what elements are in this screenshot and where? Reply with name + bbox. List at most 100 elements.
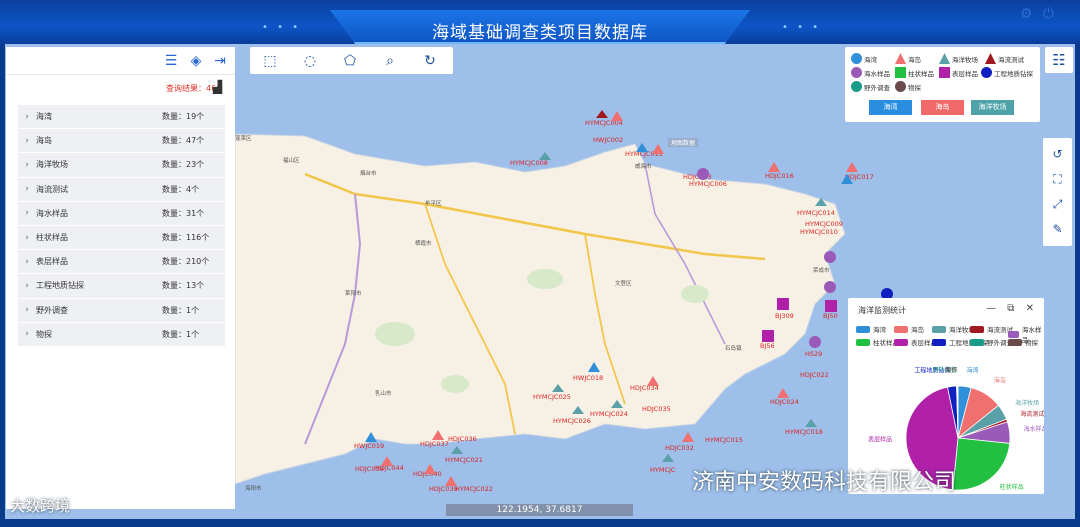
- place-label: 栖霞市: [415, 241, 432, 247]
- map-marker-label[interactable]: HDJC016: [765, 172, 794, 180]
- map-marker-label[interactable]: HDJC024: [770, 398, 799, 406]
- peninsula-land: [234, 133, 846, 485]
- map-marker-label[interactable]: HYMCJC026: [553, 417, 591, 425]
- circle-select-icon[interactable]: ◌: [300, 52, 320, 70]
- legend-item[interactable]: 柱状样品: [895, 67, 934, 78]
- map-marker-label[interactable]: HDJC044: [375, 464, 404, 472]
- map-marker-label[interactable]: HYMCJC010: [800, 228, 838, 236]
- place-label: 福山区: [283, 158, 300, 164]
- map-marker-label[interactable]: HDJC017: [845, 173, 874, 181]
- bar-chart-icon[interactable]: ▟: [213, 80, 222, 94]
- geophysical-icon: [895, 81, 906, 92]
- rectangle-select-icon[interactable]: ⬚: [260, 52, 280, 70]
- reset-icon[interactable]: ↻: [420, 52, 440, 70]
- filter-bay-button[interactable]: 海湾: [869, 100, 912, 115]
- place-label: 烟台市: [360, 171, 377, 177]
- map-toolbar: ⬚ ◌ ⬠ ⌕ ↻: [250, 47, 453, 74]
- map-marker-label[interactable]: HDJC035: [642, 405, 671, 413]
- map-marker-label[interactable]: HYMCJC008: [510, 159, 548, 167]
- map-marker-label[interactable]: HYMCJC018: [785, 428, 823, 436]
- map-marker-label[interactable]: HDJC036: [448, 435, 477, 443]
- map-marker-label[interactable]: BJ56: [760, 342, 775, 350]
- map-marker-label[interactable]: HYMCJC021: [445, 456, 483, 464]
- coordinate-readout: 122.1954, 37.6817: [446, 504, 633, 516]
- legend-item[interactable]: 物探: [895, 81, 921, 92]
- pie-slice[interactable]: [952, 437, 1011, 491]
- pie-slice-label: 海流测试: [1020, 410, 1044, 418]
- legend-item[interactable]: 表层样品: [939, 67, 978, 78]
- category-row[interactable]: › 海湾 数量：19个: [18, 105, 225, 130]
- collapse-panel-icon[interactable]: ⇥: [211, 52, 229, 70]
- map-marker-label[interactable]: HDJC032: [665, 444, 694, 452]
- place-label: 海阳市: [245, 486, 262, 492]
- power-icon[interactable]: ⏻: [1043, 6, 1054, 22]
- legend-item[interactable]: 海洋牧场: [939, 53, 978, 64]
- map-marker-label[interactable]: HYMCJC009: [805, 220, 843, 228]
- chevron-right-icon: ›: [25, 329, 29, 340]
- legend-item[interactable]: 海岛: [895, 53, 921, 64]
- pie-slice-label: 物探: [946, 366, 958, 374]
- island-icon: [895, 53, 906, 64]
- ranch-icon: [939, 53, 950, 64]
- map-marker-label[interactable]: HYMCJC004: [585, 119, 623, 127]
- category-row[interactable]: › 物探 数量：1个: [18, 322, 225, 347]
- map-marker-label[interactable]: HYMCJC011: [625, 150, 663, 158]
- pie-slice-label: 柱状样品: [1000, 483, 1024, 491]
- refresh-icon[interactable]: ↺: [1049, 146, 1066, 163]
- map-marker-label[interactable]: HDJC037: [420, 440, 449, 448]
- legend-item[interactable]: 海水样品: [851, 67, 890, 78]
- map-marker-label[interactable]: HYMCJC: [650, 466, 675, 474]
- map-marker-label[interactable]: HWJC002: [593, 136, 623, 144]
- category-row[interactable]: › 表层样品 数量：210个: [18, 250, 225, 275]
- pie-slice-label: 海洋牧场: [1015, 399, 1039, 407]
- legend-item[interactable]: 海湾: [851, 53, 877, 64]
- category-row[interactable]: › 海流测试 数量：4个: [18, 177, 225, 202]
- layers-icon[interactable]: ◈: [187, 52, 205, 70]
- place-label: 石岛镇: [725, 346, 742, 352]
- right-toolbar: ↺ ⛶ ⤢ ✎: [1043, 138, 1072, 246]
- map-marker-label[interactable]: HDJC034: [630, 384, 659, 392]
- map-legend: 海湾 海岛 海洋牧场 海流测试 海水样品 柱状样品 表层样品 工程地质钻探 野外…: [845, 47, 1040, 122]
- map-marker-label[interactable]: HDJC040: [413, 470, 442, 478]
- category-row[interactable]: › 海岛 数量：47个: [18, 129, 225, 154]
- category-row[interactable]: › 海水样品 数量：31个: [18, 201, 225, 226]
- map-marker-label[interactable]: HDJC039: [429, 485, 458, 493]
- map-marker-label[interactable]: HYMCJC015: [705, 436, 743, 444]
- filter-island-button[interactable]: 海岛: [921, 100, 964, 115]
- map-marker-label[interactable]: HDJC022: [800, 371, 829, 379]
- map-marker-label[interactable]: HWJC018: [573, 374, 603, 382]
- map-marker-label[interactable]: HWJC019: [354, 442, 384, 450]
- crop-icon[interactable]: ⛶: [1049, 171, 1066, 188]
- filter-ranch-button[interactable]: 海洋牧场: [971, 100, 1014, 115]
- settings-sliders-icon[interactable]: ☷: [1045, 47, 1073, 73]
- app-header: 海域基础调查类项目数据库 • • • • • • ⚙ ⏻: [0, 0, 1080, 44]
- list-search-icon[interactable]: ☰: [162, 52, 180, 70]
- zoom-select-icon[interactable]: ⌕: [380, 52, 400, 70]
- chevron-right-icon: ›: [25, 305, 29, 316]
- map-marker-label[interactable]: HYMCJC014: [797, 209, 835, 217]
- chevron-right-icon: ›: [25, 184, 29, 195]
- ruler-icon[interactable]: ✎: [1049, 221, 1066, 238]
- legend-item[interactable]: 野外调查: [851, 81, 890, 92]
- header-dots-right: • • •: [782, 22, 822, 33]
- map-marker-label[interactable]: HYMCJC024: [590, 410, 628, 418]
- map-marker-label[interactable]: BJ309: [775, 312, 794, 320]
- fullscreen-icon[interactable]: ⤢: [1049, 196, 1066, 213]
- pie-slice-label: 海水样品: [1024, 425, 1044, 433]
- legend-item[interactable]: 工程地质钻探: [981, 67, 1033, 78]
- map-marker-label[interactable]: BJ50: [823, 312, 838, 320]
- category-row[interactable]: › 海洋牧场 数量：23个: [18, 153, 225, 178]
- legend-item[interactable]: 海流测试: [985, 53, 1024, 64]
- map-marker-label[interactable]: HYMCJC025: [533, 393, 571, 401]
- map-marker-label[interactable]: HYMCJC006: [689, 180, 727, 188]
- gear-icon[interactable]: ⚙: [1020, 6, 1033, 22]
- polygon-select-icon[interactable]: ⬠: [340, 52, 360, 70]
- map-marker-label[interactable]: HS29: [805, 350, 822, 358]
- category-row[interactable]: › 柱状样品 数量：116个: [18, 225, 225, 251]
- bay-icon: [851, 53, 862, 64]
- map-marker-label[interactable]: HYMCJC022: [455, 485, 493, 493]
- chevron-right-icon: ›: [25, 159, 29, 170]
- field-survey-icon: [851, 81, 862, 92]
- category-row[interactable]: › 野外调查 数量：1个: [18, 298, 225, 323]
- category-row[interactable]: › 工程地质钻探 数量：13个: [18, 274, 225, 299]
